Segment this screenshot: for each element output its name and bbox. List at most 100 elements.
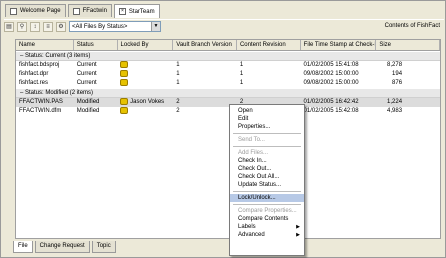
- table-row[interactable]: fishfact.dpr Current 1 1 09/08/2002 15:00:00…: [16, 70, 440, 79]
- group-header[interactable]: – Status: Current (3 items): [16, 52, 440, 61]
- cell-status: Modified: [76, 108, 100, 114]
- locked-by-name: Jason Vokes: [128, 99, 165, 106]
- document-tab-label: StarTeam: [128, 8, 155, 15]
- cell-status: Modified: [76, 99, 100, 105]
- bottom-tabs: File Change Request Topic: [13, 241, 116, 253]
- bottom-tab[interactable]: Change Request: [34, 241, 90, 253]
- group-header[interactable]: – Status: Modified (2 items): [16, 89, 440, 98]
- cell-vault-branch-version: 1: [176, 71, 180, 77]
- lock-icon: [120, 107, 129, 114]
- menu-separator: [233, 146, 301, 147]
- document-tab[interactable]: Welcome Page: [5, 4, 66, 17]
- menu-item[interactable]: Check In...: [230, 157, 304, 165]
- cell-locked-by: [117, 61, 173, 70]
- column-header[interactable]: File Time Stamp at Check-In: [301, 40, 377, 50]
- document-tab-label: FFactwin: [82, 8, 107, 14]
- tree-icon[interactable]: ≡: [43, 21, 53, 32]
- cell-size: 1,224: [387, 99, 403, 105]
- toolbar: ▤ ⚲ ↕ ≡ ⚙ <All Files By Status> ▼ Conten…: [4, 19, 444, 33]
- filter-select[interactable]: <All Files By Status> ▼: [69, 21, 161, 32]
- cell-name: FFACTWIN.PAS: [19, 99, 63, 105]
- grid-header: Name Status Locked By Vault Branch Version C…: [16, 40, 441, 51]
- cell-locked-by: Jason Vokes: [117, 98, 173, 107]
- cell-vault-branch-version: 2: [176, 99, 180, 105]
- table-row[interactable]: FFACTWIN.dfm Modified 2 01/02/2005 15:42:08…: [16, 107, 440, 116]
- menu-item: Compare Properties...: [238, 208, 297, 214]
- page-icon: [72, 7, 80, 15]
- lock-icon: [120, 61, 129, 68]
- cell-vault-branch-version: 1: [176, 62, 180, 68]
- column-header[interactable]: Content Revision: [237, 40, 301, 50]
- menu-item: Add Files...: [238, 150, 269, 156]
- cell-timestamp: 09/08/2002 15:00:00: [303, 71, 359, 77]
- column-header[interactable]: Size: [376, 40, 441, 50]
- cell-vault-branch-version: 1: [176, 80, 180, 86]
- view-icon[interactable]: ▤: [4, 21, 14, 32]
- cell-content-revision: 1: [239, 71, 244, 77]
- table-row[interactable]: fishfact.bdsproj Current 1 1 01/02/2005 15:4…: [16, 61, 440, 70]
- cell-name: fishfact.res: [19, 80, 49, 86]
- document-tab-label: Welcome Page: [20, 8, 61, 14]
- table-row[interactable]: fishfact.res Current 1 1 09/08/2002 15:00:00…: [16, 79, 440, 88]
- menu-separator: [233, 204, 301, 205]
- column-header[interactable]: Vault Branch Version: [173, 40, 237, 50]
- file-grid: Name Status Locked By Vault Branch Version C…: [15, 39, 441, 239]
- menu-item[interactable]: Update Status...: [230, 181, 304, 189]
- column-header[interactable]: Name: [16, 40, 74, 50]
- menu-item[interactable]: Check Out All...: [230, 173, 304, 181]
- cell-content-revision: 1: [239, 80, 244, 86]
- close-icon: ×: [118, 8, 126, 15]
- options-icon[interactable]: ⚙: [56, 21, 66, 32]
- filter-icon[interactable]: ⚲: [17, 21, 27, 32]
- bottom-tab[interactable]: Topic: [91, 241, 116, 253]
- cell-size: 8,278: [387, 62, 403, 68]
- bottom-tab[interactable]: File: [13, 241, 33, 253]
- contents-label: Contents of FishFact: [384, 23, 440, 29]
- menu-item[interactable]: Edit: [230, 115, 304, 123]
- cell-status: Current: [76, 80, 97, 86]
- column-header[interactable]: Status: [74, 40, 118, 50]
- menu-item[interactable]: Lock/Unlock...: [230, 194, 304, 202]
- document-tab[interactable]: × StarTeam: [113, 4, 160, 18]
- cell-vault-branch-version: 2: [176, 108, 180, 114]
- cell-locked-by: [117, 107, 173, 116]
- menu-separator: [233, 133, 301, 134]
- submenu-arrow-icon: ▶: [296, 224, 300, 230]
- document-tabs: Welcome Page FFactwin × StarTeam: [5, 4, 160, 18]
- cell-status: Current: [76, 71, 97, 77]
- chevron-down-icon[interactable]: ▼: [151, 22, 160, 31]
- menu-item[interactable]: Check Out...: [230, 165, 304, 173]
- cell-locked-by: [117, 79, 173, 88]
- table-row[interactable]: FFACTWIN.PAS Modified Jason Vokes 2 2 01/02/…: [16, 98, 440, 107]
- cell-name: fishfact.dpr: [19, 71, 49, 77]
- cell-content-revision: 1: [239, 62, 244, 68]
- document-tab[interactable]: FFactwin: [67, 4, 112, 17]
- cell-name: fishfact.bdsproj: [19, 62, 60, 68]
- sort-icon[interactable]: ↕: [30, 21, 40, 32]
- cell-timestamp: 01/02/2005 15:42:08: [303, 108, 359, 114]
- cell-size: 4,983: [387, 108, 403, 114]
- cell-timestamp: 01/02/2005 15:41:08: [303, 62, 359, 68]
- page-icon: [10, 7, 17, 15]
- cell-locked-by: [117, 70, 173, 79]
- menu-item[interactable]: Open: [230, 107, 304, 115]
- menu-item: Send To...: [238, 137, 265, 143]
- menu-item[interactable]: Labels ▶: [230, 223, 304, 231]
- filter-value: <All Files By Status>: [72, 23, 128, 30]
- cell-status: Current: [76, 62, 97, 68]
- menu-item[interactable]: Compare Contents: [230, 215, 304, 223]
- cell-size: 876: [392, 80, 403, 86]
- cell-name: FFACTWIN.dfm: [19, 108, 62, 114]
- menu-separator: [233, 191, 301, 192]
- context-menu: Open Edit Properties... Send To... Add Files…: [229, 104, 305, 256]
- cell-timestamp: 01/02/2005 16:42:42: [303, 99, 359, 105]
- submenu-arrow-icon: ▶: [296, 232, 300, 238]
- menu-item[interactable]: Advanced ▶: [230, 231, 304, 239]
- cell-size: 194: [392, 71, 403, 77]
- grid-body: – Status: Current (3 items) fishfact.bdsp…: [16, 52, 440, 116]
- cell-timestamp: 09/08/2002 15:00:00: [303, 80, 359, 86]
- menu-item[interactable]: Properties...: [230, 123, 304, 131]
- column-header[interactable]: Locked By: [118, 40, 174, 50]
- lock-icon: [120, 70, 129, 77]
- lock-icon: [120, 79, 129, 86]
